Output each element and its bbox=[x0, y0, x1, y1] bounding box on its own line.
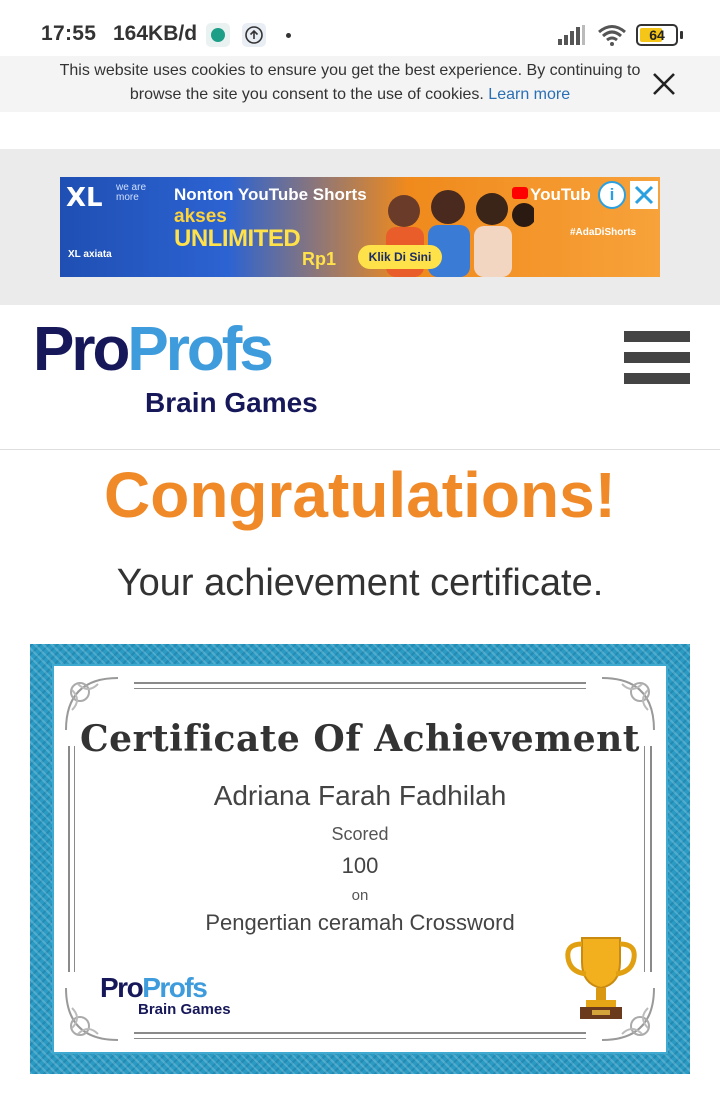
border-line-bottom-2 bbox=[134, 1038, 586, 1039]
ad-brand-logo: XL bbox=[66, 183, 103, 213]
border-line-top bbox=[134, 682, 586, 684]
logo-subtitle: Brain Games bbox=[145, 387, 318, 418]
logo-pro-text: Pro bbox=[33, 315, 130, 384]
certificate-frame: Certificate Of Achievement Adriana Farah… bbox=[30, 644, 690, 1074]
ad-close-icon[interactable] bbox=[630, 181, 658, 209]
cookie-banner: This website uses cookies to ensure you … bbox=[0, 56, 720, 112]
certificate-title: Certificate Of Achievement bbox=[80, 718, 640, 760]
certificate-score: 100 bbox=[341, 853, 379, 878]
certificate-subheading: Your achievement certificate. bbox=[116, 562, 604, 604]
cert-logo-profs-text: Profs bbox=[142, 972, 208, 1003]
ad-brand-tagline: we are more bbox=[116, 182, 147, 203]
chat-app-icon bbox=[206, 23, 230, 47]
battery-icon: 64 bbox=[636, 24, 678, 46]
close-icon[interactable] bbox=[650, 70, 678, 98]
cookie-message: This website uses cookies to ensure you … bbox=[40, 59, 660, 107]
status-data-speed: 164KB/d bbox=[113, 22, 198, 45]
youtube-logo-icon bbox=[512, 187, 528, 199]
border-line-top-2 bbox=[134, 688, 586, 689]
proprofs-logo[interactable]: ProProfs bbox=[33, 319, 274, 381]
ad-headline: Nonton YouTube Shorts bbox=[174, 185, 367, 204]
battery-level: 64 bbox=[649, 27, 665, 43]
ad-container: XL we are more XL axiata Nonton YouTube … bbox=[0, 149, 720, 305]
ad-hashtag: #AdaDiShorts bbox=[570, 227, 637, 238]
certificate-logo-subtitle: Brain Games bbox=[138, 1001, 231, 1018]
ad-youtube-label: YouTub bbox=[530, 185, 591, 204]
certificate-on-label: on bbox=[351, 887, 369, 904]
upload-icon bbox=[242, 23, 266, 47]
signal-icon bbox=[558, 25, 585, 45]
certificate-recipient: Adriana Farah Fadhilah bbox=[213, 780, 507, 811]
ad-price: Rp1 bbox=[302, 249, 337, 269]
status-bar: 17:55 164KB/d 64 bbox=[0, 0, 720, 56]
certificate-scored-label: Scored bbox=[331, 824, 389, 844]
ad-cta-button[interactable]: Klik Di Sini bbox=[358, 245, 442, 269]
notification-dot-icon bbox=[286, 33, 291, 38]
status-time: 17:55 bbox=[41, 22, 97, 45]
border-line-bottom bbox=[134, 1032, 586, 1034]
ad-brand-sub: XL axiata bbox=[68, 249, 112, 260]
ad-line-unlimited: UNLIMITED bbox=[174, 225, 301, 252]
certificate: Certificate Of Achievement Adriana Farah… bbox=[52, 664, 668, 1054]
trophy-icon bbox=[565, 937, 637, 1019]
ad-banner[interactable]: XL we are more XL axiata Nonton YouTube … bbox=[60, 177, 660, 277]
congratulations-heading: Congratulations! bbox=[104, 459, 616, 531]
info-icon[interactable]: i bbox=[598, 181, 626, 209]
cert-logo-pro-text: Pro bbox=[100, 972, 144, 1003]
battery-tip bbox=[680, 31, 683, 39]
site-header: ProProfs Brain Games bbox=[0, 305, 720, 450]
hamburger-menu-icon[interactable] bbox=[624, 331, 690, 385]
logo-profs-text: Profs bbox=[127, 315, 273, 384]
cookie-learn-more-link[interactable]: Learn more bbox=[488, 86, 570, 103]
wifi-icon bbox=[598, 25, 626, 46]
certificate-proprofs-logo: ProProfs bbox=[100, 972, 208, 1003]
